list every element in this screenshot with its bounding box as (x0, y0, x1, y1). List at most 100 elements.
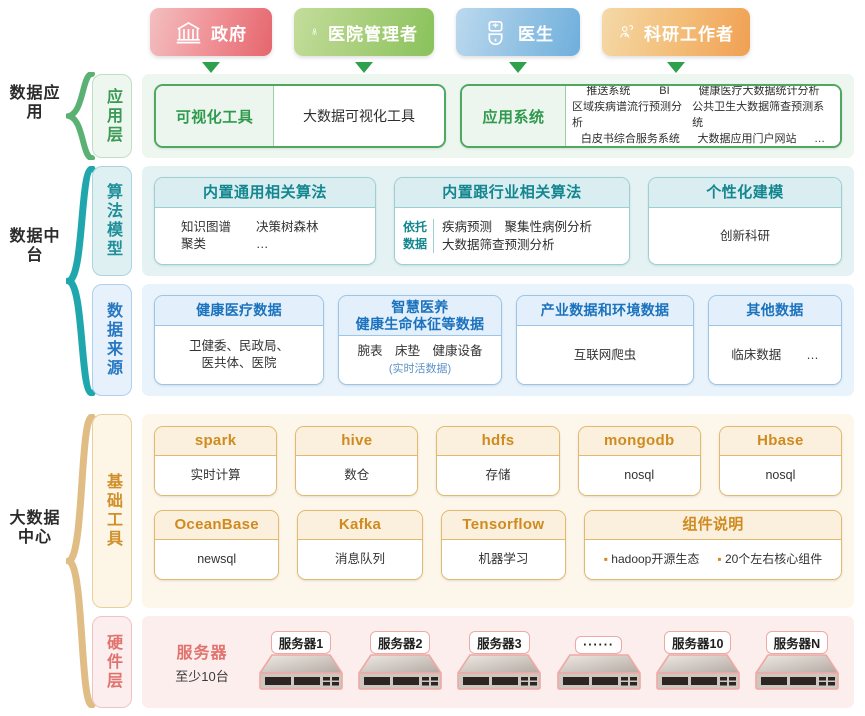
tools-row-2: OceanBase newsql Kafka 消息队列 Tensorflow 机… (154, 510, 842, 580)
card-content: 互联网爬虫 (517, 326, 693, 384)
server-rack-icon (556, 654, 641, 690)
card-desc: nosql (719, 456, 842, 495)
role-label: 医院管理者 (328, 24, 418, 44)
hardware-subtitle: 至少10台 (175, 669, 229, 684)
card-title: Tensorflow (441, 511, 566, 540)
role-down-arrow-icon (355, 62, 373, 73)
content-row: 大数据可视化工具 (303, 107, 415, 124)
card-desc: newsql (155, 540, 279, 579)
server-rack-icon (655, 654, 740, 690)
card-desc: 机器学习 (441, 540, 566, 579)
card-content: 临床数据 … (709, 326, 841, 384)
server-label: 服务器3 (469, 631, 530, 654)
card-title: 健康医疗数据 (155, 296, 323, 326)
card-general-algorithms[interactable]: 内置通用相关算法 知识图谱 决策树森林 聚类 … (154, 177, 376, 265)
card-title: 智慧医养 健康生命体征等数据 (339, 296, 501, 336)
card-desc: 实时计算 (155, 456, 277, 495)
card-content: 创新科研 (649, 208, 841, 264)
server-label: 服务器1 (270, 631, 332, 654)
hardware-title: 服务器 (176, 645, 228, 662)
layer-basic-tools: 基础工具 spark 实时计算 hive 数仓 hdfs 存储 mongodb … (92, 414, 854, 608)
tool-card-hbase[interactable]: Hbase nosql (718, 426, 843, 496)
layer-tab-algorithm-model: 算法模型 (92, 166, 132, 276)
server-item[interactable]: 服务器10 (655, 631, 741, 693)
server-item[interactable]: 服务器N (754, 631, 840, 693)
card-health-medical-data[interactable]: 健康医疗数据 卫健委、民政局、 医共体、医院 (154, 295, 324, 385)
card-personalized-modeling[interactable]: 个性化建模 创新科研 (648, 177, 842, 265)
server-item[interactable]: 服务器2 (357, 631, 443, 693)
card-visualization-tool[interactable]: 可视化工具 大数据可视化工具 (154, 84, 446, 148)
tool-card-oceanbase[interactable]: OceanBase newsql (154, 510, 280, 580)
card-title: 其他数据 (709, 296, 841, 326)
server-label: 服务器2 (369, 631, 431, 654)
card-title: 内置通用相关算法 (155, 178, 375, 208)
content-line: 临床数据 … (731, 347, 819, 362)
tool-card-kafka[interactable]: Kafka 消息队列 (297, 510, 423, 580)
role-item-hospital-manager[interactable]: 医院管理者 (294, 8, 434, 73)
content-row: 白皮书综合服务系统 大数据应用门户网站 … (580, 132, 826, 145)
content-line: 腕表 床垫 健康设备 (357, 344, 483, 359)
card-other-data[interactable]: 其他数据 临床数据 … (708, 295, 842, 385)
server-rack-icon (457, 654, 542, 690)
card-industry-environment-data[interactable]: 产业数据和环境数据 互联网爬虫 (516, 295, 694, 385)
card-content: hadoop开源生态 20个左右核心组件 (585, 540, 841, 579)
card-title: spark (155, 427, 277, 456)
content-line: 大数据筛查预测分析 (442, 238, 555, 252)
card-desc: 存储 (437, 456, 559, 495)
tool-card-hive[interactable]: hive 数仓 (295, 426, 419, 496)
hardware-caption: 服务器 至少10台 (156, 639, 248, 685)
content-line: 创新科研 (719, 228, 770, 243)
tool-card-tensorflow[interactable]: Tensorflow 机器学习 (440, 510, 567, 580)
server-item[interactable]: ······ (556, 636, 642, 693)
content-row: 推送系统 BI 健康医疗大数据统计分析 (586, 85, 820, 98)
tool-card-hdfs[interactable]: hdfs 存储 (436, 426, 560, 496)
card-content: 知识图谱 决策树森林 聚类 … (155, 208, 375, 264)
card-title: 内置跟行业相关算法 (395, 178, 629, 208)
doctor-icon (488, 20, 503, 45)
tool-card-spark[interactable]: spark 实时计算 (154, 426, 278, 496)
hospital-manager-person-icon (312, 28, 317, 35)
role-down-arrow-icon (202, 62, 220, 73)
card-desc: nosql (578, 456, 700, 495)
group-label-data-application: 数据应用 (9, 85, 61, 121)
layer-tab-application: 应用层 (92, 74, 132, 158)
server-item[interactable]: 服务器3 (456, 631, 542, 693)
content-line: 互联网爬虫 (573, 347, 637, 362)
content-line: 医共体、医院 (201, 356, 277, 370)
role-bar: 政府 医院管理者 医生 科研工作者 (150, 8, 800, 73)
card-content: 推送系统 BI 健康医疗大数据统计分析 区域疾病谱流行预测分析 公共卫生大数据筛… (566, 86, 840, 146)
card-application-system[interactable]: 应用系统 推送系统 BI 健康医疗大数据统计分析 区域疾病谱流行预测分析 公共卫… (460, 84, 842, 148)
card-content: 卫健委、民政局、 医共体、医院 (155, 326, 323, 384)
card-title: hdfs (437, 427, 559, 456)
role-label: 科研工作者 (644, 24, 734, 44)
card-desc: 数仓 (296, 456, 418, 495)
role-item-government[interactable]: 政府 (150, 8, 272, 73)
card-content: 大数据可视化工具 (274, 86, 444, 146)
card-smart-health-data[interactable]: 智慧医养 健康生命体征等数据 腕表 床垫 健康设备 (实时活数据) (338, 295, 502, 385)
tool-card-component-note[interactable]: 组件说明 hadoop开源生态 20个左右核心组件 (584, 510, 842, 580)
card-title: 可视化工具 (156, 86, 274, 146)
layer-data-source: 数据来源 健康医疗数据 卫健委、民政局、 医共体、医院 智慧医养 健康生命体征等数… (92, 284, 854, 396)
server-label: 服务器10 (664, 631, 732, 654)
bullet-item: hadoop开源生态 (604, 551, 699, 567)
layer-algorithm-model: 算法模型 内置通用相关算法 知识图谱 决策树森林 聚类 … 内置跟行业相关算法 … (92, 166, 854, 276)
card-title: 组件说明 (585, 511, 841, 540)
government-bank-icon (176, 21, 201, 43)
server-list: 服务器1 服务器2 服务器3 ······ 服务器10 服务器N (258, 631, 840, 693)
tool-card-mongodb[interactable]: mongodb nosql (577, 426, 701, 496)
content-line: 卫健委、民政局、 (188, 339, 289, 354)
content-key: 依托 数据 (403, 218, 435, 254)
content-value: 疾病预测 聚集性病例分析 大数据筛查预测分析 (434, 218, 592, 254)
server-label: ······ (575, 636, 623, 654)
card-industry-algorithms[interactable]: 内置跟行业相关算法 依托 数据 疾病预测 聚集性病例分析 大数据筛查预测分析 (394, 177, 630, 265)
tools-row-1: spark 实时计算 hive 数仓 hdfs 存储 mongodb nosql… (154, 426, 843, 496)
layer-tab-hardware: 硬件层 (92, 616, 132, 708)
role-item-doctor[interactable]: 医生 (456, 8, 580, 73)
role-item-researcher[interactable]: 科研工作者 (602, 8, 750, 73)
server-rack-icon (358, 654, 442, 690)
role-label: 政府 (211, 24, 247, 44)
content-line: 聚类 … (181, 237, 269, 251)
card-title: 产业数据和环境数据 (517, 296, 693, 326)
server-item[interactable]: 服务器1 (258, 631, 344, 693)
card-title: Kafka (298, 511, 422, 540)
